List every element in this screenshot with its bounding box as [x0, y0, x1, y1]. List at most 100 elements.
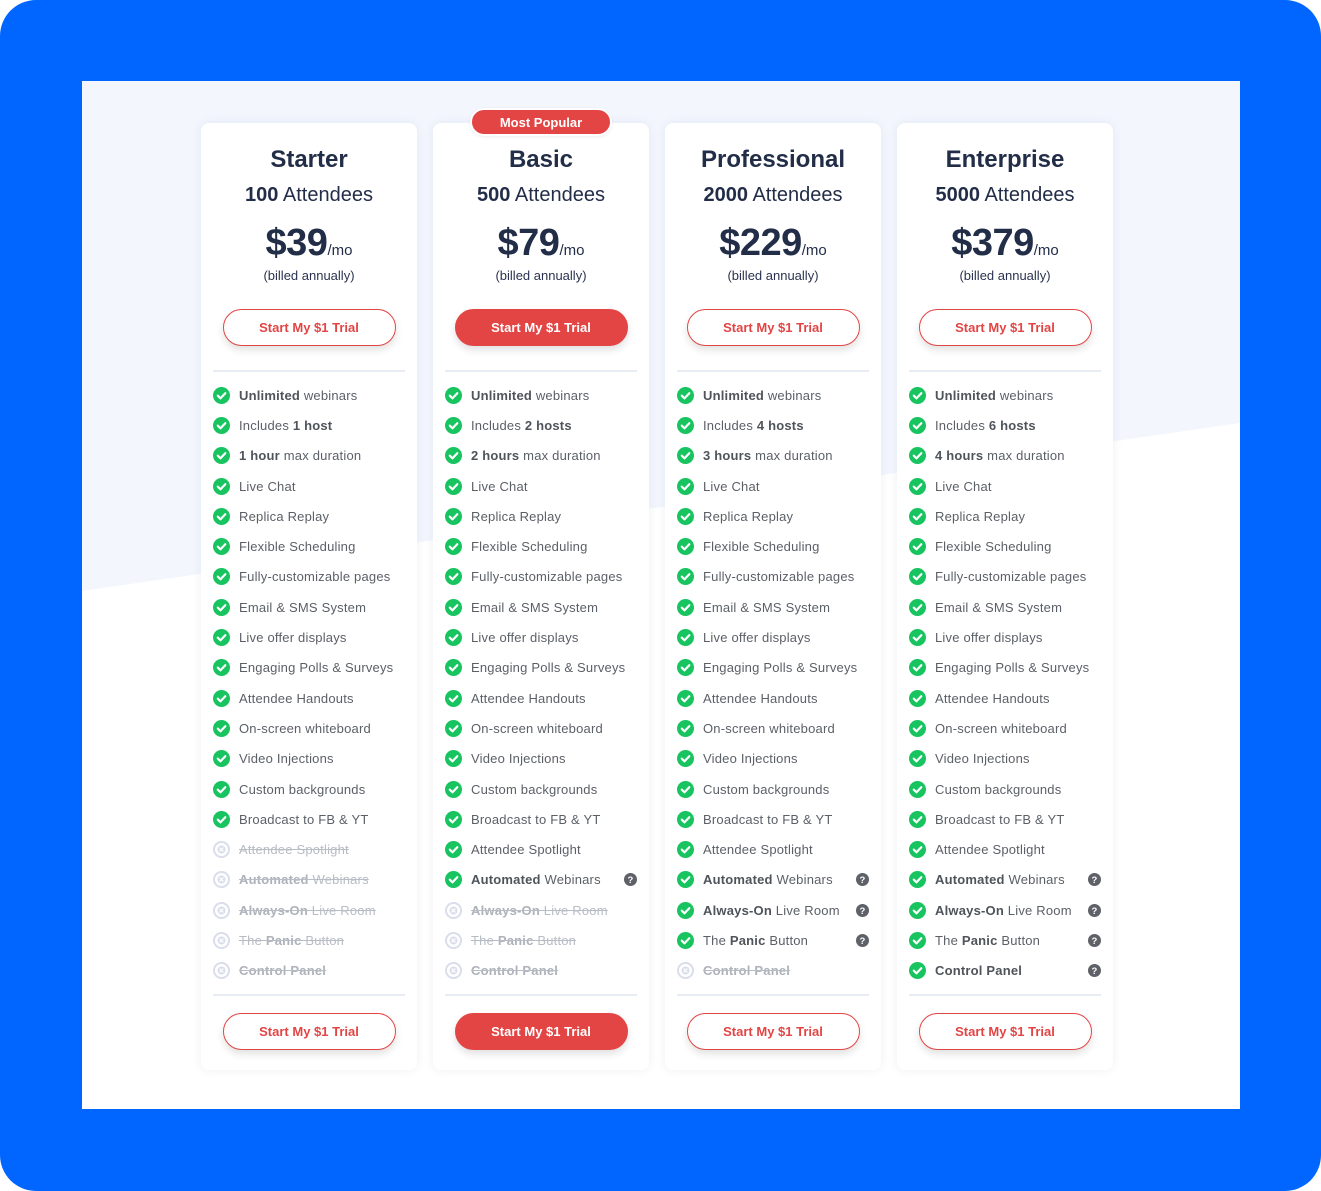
- feature-text: Broadcast to FB & YT: [471, 811, 601, 827]
- check-circle-icon: [909, 568, 926, 586]
- feature-highlight: Automated: [471, 872, 541, 888]
- feature-label: The Panic Button: [239, 933, 344, 948]
- feature-text: Replica Replay: [471, 508, 562, 524]
- start-trial-button-bottom[interactable]: Start My $1 Trial: [454, 1012, 628, 1050]
- check-circle-icon: [213, 447, 230, 465]
- check-circle-icon: [677, 810, 694, 828]
- feature-text: Webinars: [308, 872, 369, 888]
- feature-label: Custom backgrounds: [471, 782, 597, 797]
- check-circle-icon: [213, 750, 230, 768]
- feature-label: Fully-customizable pages: [471, 569, 622, 584]
- feature-label: Video Injections: [935, 751, 1030, 766]
- check-circle-icon: [909, 629, 926, 647]
- check-circle-icon: [909, 841, 926, 859]
- feature-text: Flexible Scheduling: [471, 539, 588, 555]
- feature-item: Attendee Handouts: [445, 683, 637, 713]
- question-circle-icon[interactable]: ?: [856, 873, 869, 887]
- feature-item: The Panic Button?: [677, 925, 869, 955]
- feature-text: On-screen whiteboard: [703, 720, 835, 736]
- feature-text: Fully-customizable pages: [935, 569, 1087, 585]
- svg-text:?: ?: [1091, 936, 1097, 947]
- check-circle-icon: [677, 780, 694, 798]
- feature-highlight: Unlimited: [703, 387, 765, 403]
- feature-item: Flexible Scheduling: [445, 531, 637, 561]
- feature-text: Flexible Scheduling: [703, 539, 820, 555]
- feature-item: Custom backgrounds: [213, 774, 405, 804]
- attendees-label: Attendees: [752, 184, 843, 206]
- check-circle-icon: [213, 659, 230, 677]
- check-circle-icon: [445, 507, 462, 525]
- check-circle-icon: [909, 598, 926, 616]
- check-circle-icon: [213, 538, 230, 556]
- question-circle-icon[interactable]: ?: [1088, 903, 1101, 917]
- question-circle-icon[interactable]: ?: [856, 903, 869, 917]
- feature-item: Unlimited webinars: [909, 380, 1101, 410]
- start-trial-button-top[interactable]: Start My $1 Trial: [222, 309, 396, 346]
- feature-text: Replica Replay: [935, 508, 1026, 524]
- feature-highlight: Panic: [497, 932, 534, 948]
- check-circle-icon: [445, 386, 462, 404]
- feature-item: Control Panel: [445, 956, 637, 986]
- feature-label: Broadcast to FB & YT: [935, 812, 1064, 827]
- feature-text: Button: [997, 932, 1041, 948]
- check-circle-icon: [677, 447, 694, 465]
- question-circle-icon[interactable]: ?: [1088, 933, 1101, 947]
- check-circle-icon: [213, 507, 230, 525]
- start-trial-button-bottom[interactable]: Start My $1 Trial: [686, 1012, 860, 1050]
- x-circle-icon: [445, 931, 462, 949]
- feature-label: On-screen whiteboard: [935, 721, 1067, 736]
- question-circle-icon[interactable]: ?: [1088, 964, 1101, 978]
- feature-label: Flexible Scheduling: [239, 539, 356, 554]
- svg-text:?: ?: [1091, 875, 1097, 886]
- feature-text: Live Room: [1003, 902, 1072, 918]
- feature-label: The Panic Button: [935, 933, 1040, 948]
- question-circle-icon[interactable]: ?: [856, 933, 869, 947]
- feature-label: Includes 1 host: [239, 418, 332, 433]
- feature-label: Automated Webinars: [703, 872, 833, 887]
- question-circle-icon[interactable]: ?: [624, 873, 637, 887]
- feature-text: Live Chat: [239, 478, 296, 494]
- question-circle-icon[interactable]: ?: [1088, 873, 1101, 887]
- start-trial-button-bottom[interactable]: Start My $1 Trial: [918, 1012, 1092, 1050]
- feature-text: Live Chat: [471, 478, 528, 494]
- start-trial-button-top[interactable]: Start My $1 Trial: [454, 309, 628, 346]
- feature-label: Always-On Live Room: [935, 903, 1072, 918]
- start-trial-button-top[interactable]: Start My $1 Trial: [686, 309, 860, 346]
- feature-label: Engaging Polls & Surveys: [471, 660, 625, 675]
- feature-item: Includes 1 host: [213, 410, 405, 440]
- feature-item: On-screen whiteboard: [445, 713, 637, 743]
- feature-item: Email & SMS System: [445, 592, 637, 622]
- check-circle-icon: [445, 598, 462, 616]
- start-trial-button-bottom[interactable]: Start My $1 Trial: [222, 1012, 396, 1050]
- feature-label: Attendee Spotlight: [935, 842, 1045, 857]
- feature-list: Unlimited webinars Includes 4 hosts 3 hour…: [677, 380, 869, 986]
- feature-text: Replica Replay: [703, 508, 794, 524]
- feature-highlight: Automated: [703, 872, 773, 888]
- feature-item: Flexible Scheduling: [909, 531, 1101, 561]
- check-circle-icon: [445, 750, 462, 768]
- check-circle-icon: [445, 841, 462, 859]
- feature-label: On-screen whiteboard: [471, 721, 603, 736]
- feature-item: Flexible Scheduling: [213, 531, 405, 561]
- divider: [677, 993, 869, 996]
- check-circle-icon: [213, 477, 230, 495]
- check-circle-icon: [213, 780, 230, 798]
- check-circle-icon: [677, 568, 694, 586]
- feature-text: Broadcast to FB & YT: [935, 811, 1065, 827]
- start-trial-button-top[interactable]: Start My $1 Trial: [918, 309, 1092, 346]
- plan-attendees: 500 Attendees: [445, 183, 637, 207]
- feature-label: Live Chat: [471, 479, 528, 494]
- x-circle-icon: [213, 901, 230, 919]
- price-period: /mo: [1033, 242, 1059, 259]
- feature-item: Live offer displays: [909, 622, 1101, 652]
- feature-label: Fully-customizable pages: [935, 569, 1086, 584]
- x-circle-icon: [445, 962, 462, 980]
- plan-name: Professional: [700, 146, 846, 173]
- feature-highlight: 4 hosts: [756, 417, 804, 433]
- check-circle-icon: [445, 447, 462, 465]
- check-circle-icon: [677, 719, 694, 737]
- feature-item: The Panic Button?: [909, 925, 1101, 955]
- feature-highlight: Unlimited: [239, 387, 301, 403]
- check-circle-icon: [909, 416, 926, 434]
- price-amount: $39: [265, 222, 328, 264]
